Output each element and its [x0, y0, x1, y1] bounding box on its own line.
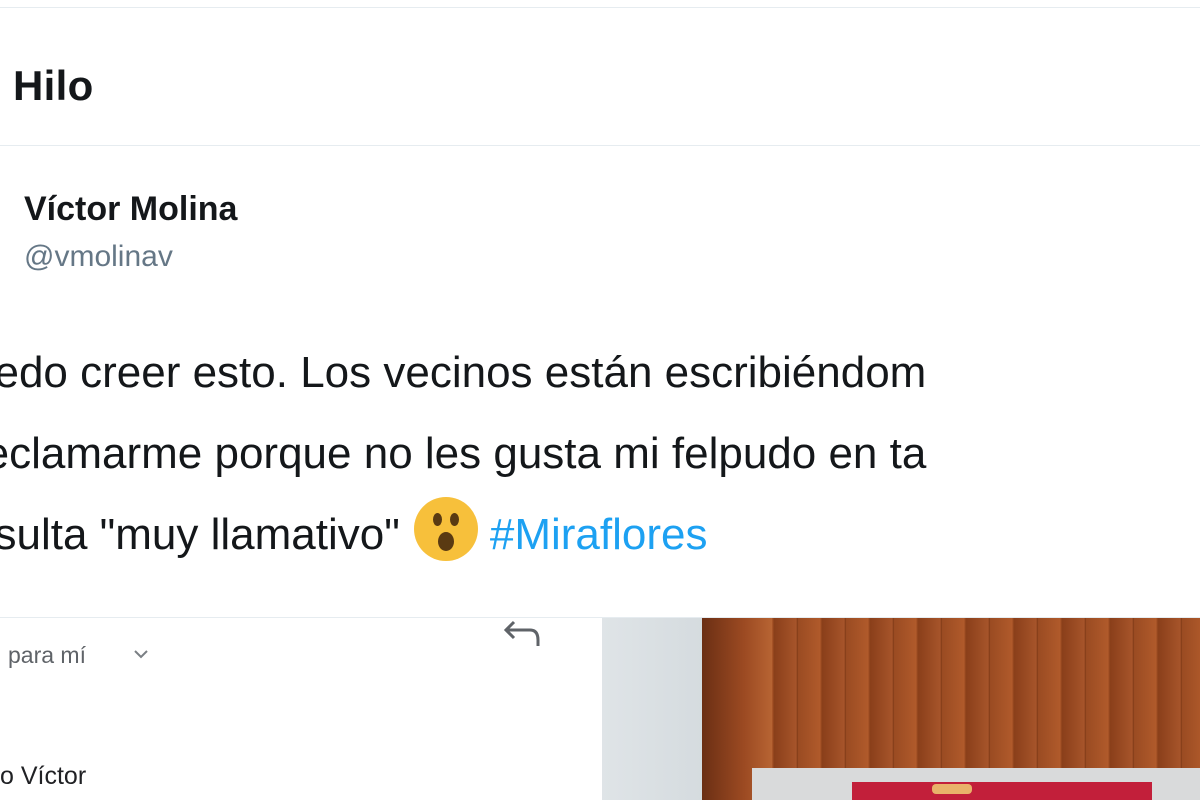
author-handle[interactable]: @vmolinav — [24, 240, 173, 274]
tweet-media[interactable]: para mí o Víctor — [0, 618, 1200, 800]
thread-page: Hilo Víctor Molina @vmolinav uedo creer … — [0, 0, 1200, 800]
astonished-face-icon — [413, 497, 478, 561]
page-title: Hilo — [13, 62, 94, 109]
author-name[interactable]: Víctor Molina — [24, 190, 237, 229]
email-screenshot: para mí o Víctor — [0, 618, 602, 800]
reply-icon — [503, 620, 540, 646]
tweet-text-line-3: esulta "muy llamativo" #Miraflores — [0, 494, 1200, 575]
tweet-text-line: reclamarme porque no les gusta mi felpud… — [0, 429, 927, 478]
email-greeting: o Víctor — [0, 762, 87, 790]
email-recipient: para mí — [8, 642, 86, 668]
doormat-photo — [602, 618, 1200, 800]
thread-header: Hilo — [0, 8, 1200, 146]
tweet-text-line: esulta "muy llamativo" — [0, 510, 400, 559]
chevron-down-icon — [134, 650, 148, 659]
hashtag-link[interactable]: #Miraflores — [490, 510, 708, 559]
tweet-text: uedo creer esto. Los vecinos están escri… — [0, 332, 1200, 575]
tweet-text-line: uedo creer esto. Los vecinos están escri… — [0, 348, 927, 397]
